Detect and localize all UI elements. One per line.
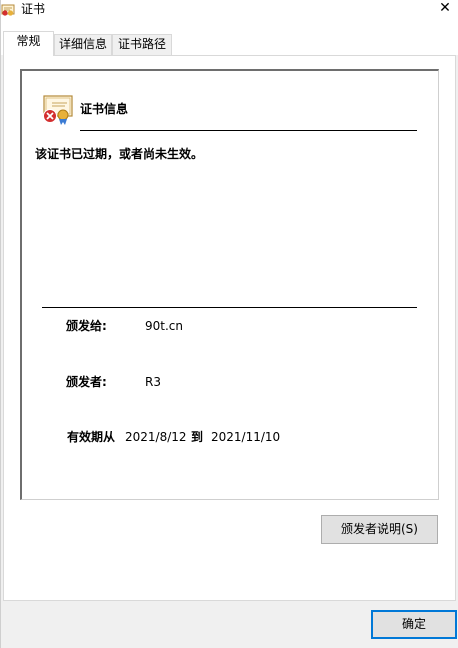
tab-strip: 常规 详细信息 证书路径 <box>1 22 458 56</box>
valid-from-value: 2021/8/12 <box>125 430 187 444</box>
certificate-status: 该证书已过期，或者尚未生效。 <box>35 147 204 161</box>
tab-certification-path[interactable]: 证书路径 <box>112 34 172 55</box>
valid-to-label: 到 <box>191 430 204 444</box>
issuer-statement-button[interactable]: 颁发者说明(S) <box>321 515 438 544</box>
certificate-icon <box>1 4 15 16</box>
certificate-dialog: 证书 ✕ 常规 详细信息 证书路径 证书信息 该证书已过期，或者尚未生效。 颁发… <box>0 0 458 648</box>
valid-to-value: 2021/11/10 <box>211 430 281 444</box>
certificate-heading: 证书信息 <box>80 102 129 116</box>
details-divider <box>42 307 417 308</box>
tab-general[interactable]: 常规 <box>3 31 54 56</box>
tab-details[interactable]: 详细信息 <box>54 34 112 55</box>
issued-to-value: 90t.cn <box>145 319 183 333</box>
issued-by-label: 颁发者: <box>66 375 107 389</box>
window-title: 证书 <box>21 2 46 16</box>
issued-to-label: 颁发给: <box>66 319 107 333</box>
close-icon: ✕ <box>439 0 451 16</box>
title-bar: 证书 ✕ <box>1 0 458 22</box>
issued-by-value: R3 <box>145 375 161 389</box>
close-button[interactable]: ✕ <box>437 0 453 16</box>
ok-button[interactable]: 确定 <box>371 610 457 639</box>
certificate-error-icon <box>43 95 73 125</box>
heading-divider <box>80 130 417 131</box>
valid-from-label: 有效期从 <box>67 430 116 444</box>
